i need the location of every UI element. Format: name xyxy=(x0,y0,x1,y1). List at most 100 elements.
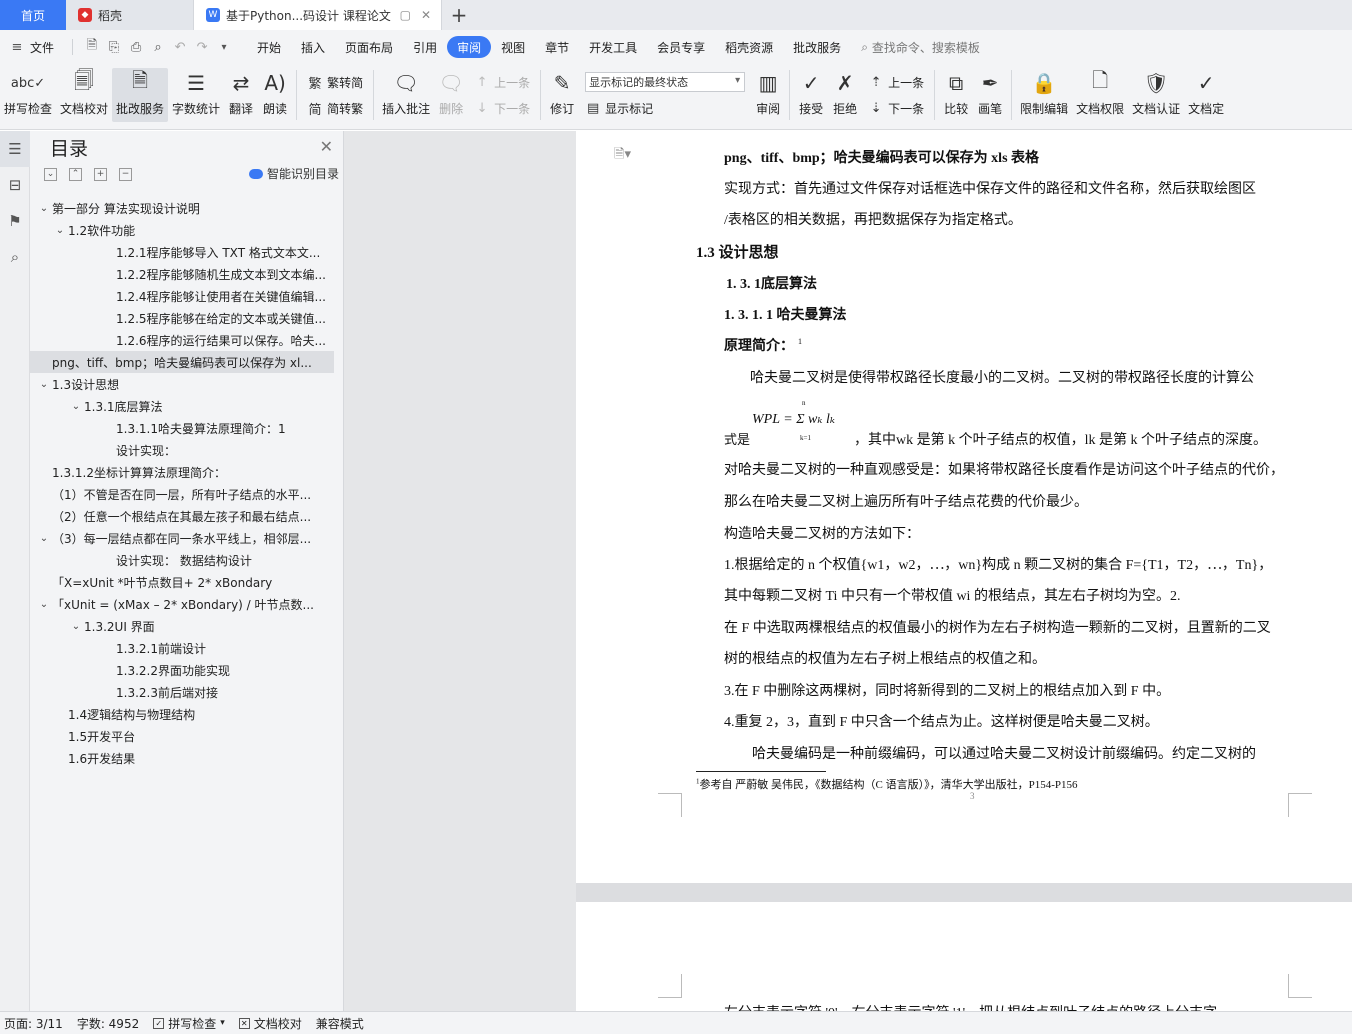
find-icon[interactable]: ⌕ xyxy=(0,239,30,275)
doc-proofread-button[interactable]: 🗐 文档校对 xyxy=(56,68,112,122)
tab-home[interactable]: 首页 xyxy=(0,0,66,30)
menu-page-layout[interactable]: 页面布局 xyxy=(335,36,403,58)
chevron-down-icon[interactable]: ⌄ xyxy=(52,225,68,236)
toc-entry[interactable]: 1.3.2.3前后端对接 xyxy=(30,681,334,703)
document-page-next[interactable]: 左分支表示字符 '0'，右分支表示字符 '1'，把从根结点到叶子结点的路径上分支… xyxy=(576,902,1352,1022)
doc-final-button[interactable]: ✓ 文档定 xyxy=(1184,68,1228,122)
smart-recognize-button[interactable]: 智能识别目录 xyxy=(248,165,339,182)
chevron-down-icon[interactable]: ⌄ xyxy=(36,599,52,610)
remove-heading-icon[interactable]: − xyxy=(119,167,132,181)
toc-pane-icon[interactable]: ☰ xyxy=(0,131,30,167)
spell-check-button[interactable]: abc✓ 拼写检查 xyxy=(0,68,56,122)
undo-icon[interactable]: ↶ xyxy=(171,38,189,56)
menu-reference[interactable]: 引用 xyxy=(403,36,447,58)
accept-button[interactable]: ✓ 接受 xyxy=(794,68,828,122)
toc-entry[interactable]: ⌄ 「xUnit = (xMax – 2* xBondary) / 叶节点数... xyxy=(30,593,334,615)
save-icon[interactable]: 🗎 xyxy=(83,38,101,56)
new-tab-button[interactable]: + xyxy=(442,0,476,30)
toc-entry[interactable]: 1.5开发平台 xyxy=(30,725,334,747)
toc-entry[interactable]: 「X=xUnit *叶节点数目+ 2* xBondary xyxy=(30,571,334,593)
next-comment-button[interactable]: ↓ 下一条 xyxy=(474,98,530,118)
redo-icon[interactable]: ↷ xyxy=(193,38,211,56)
revise-button[interactable]: ✎ 修订 xyxy=(545,68,579,122)
close-toc-icon[interactable]: ✕ xyxy=(320,137,333,156)
toc-entry[interactable]: ⌄ 1.3.2UI 界面 xyxy=(30,615,334,637)
prev-comment-button[interactable]: ↑ 上一条 xyxy=(474,72,530,92)
chapter-nav-icon[interactable]: ⊟ xyxy=(0,167,30,203)
toc-entry[interactable]: 1.2.5程序能够在给定的文本或关键值... xyxy=(30,307,334,329)
close-tab-icon[interactable]: ✕ xyxy=(421,8,431,22)
menu-developer[interactable]: 开发工具 xyxy=(579,36,647,58)
translate-button[interactable]: ⇄ 翻译 xyxy=(224,68,258,122)
toc-entry[interactable]: ⌄ 第一部分 算法实现设计说明 xyxy=(30,197,334,219)
toc-entry[interactable]: 1.2.2程序能够随机生成文本到文本编... xyxy=(30,263,334,285)
toc-entry[interactable]: 1.2.1程序能够导入 TXT 格式文本文... xyxy=(30,241,334,263)
spell-check-toggle[interactable]: ✓ 拼写检查 ▾ xyxy=(153,1015,225,1032)
page-indicator[interactable]: 页面: 3/11 xyxy=(4,1015,63,1032)
print-preview-icon[interactable]: ⌕ xyxy=(149,38,167,56)
next-change-button[interactable]: ⇣ 下一条 xyxy=(868,98,924,118)
toc-entry[interactable]: （2）任意一个根结点在其最左孩子和最右结点... xyxy=(30,505,334,527)
chevron-down-icon[interactable]: ⌄ xyxy=(36,203,52,214)
document-page[interactable]: 🗎▾ png、tiff、bmp；哈夫曼编码表可以保存为 xls 表格 实现方式：… xyxy=(576,131,1352,883)
toc-entry[interactable]: 1.3.2.2界面功能实现 xyxy=(30,659,334,681)
correction-service-button[interactable]: 🗎 批改服务 xyxy=(112,68,169,122)
tab-wps[interactable]: ◆ 稻壳 xyxy=(66,0,194,30)
menu-review[interactable]: 审阅 xyxy=(447,36,492,58)
collapse-all-icon[interactable]: ⌄ xyxy=(44,167,57,181)
proofread-status[interactable]: ✕ 文档校对 xyxy=(238,1015,302,1032)
print-icon[interactable]: ⎙ xyxy=(127,38,145,56)
document-canvas[interactable]: 🗎▾ png、tiff、bmp；哈夫曼编码表可以保存为 xls 表格 实现方式：… xyxy=(344,131,1352,1022)
toc-entry[interactable]: 1.2.4程序能够让使用者在关键值编辑... xyxy=(30,285,334,307)
read-aloud-button[interactable]: A) 朗读 xyxy=(258,68,292,122)
menu-chapter[interactable]: 章节 xyxy=(535,36,579,58)
customize-toolbar-icon[interactable]: ▾ xyxy=(215,38,233,56)
menu-correction-service[interactable]: 批改服务 xyxy=(783,36,851,58)
hamburger-menu-icon[interactable]: ≡ xyxy=(8,38,26,56)
word-count-button[interactable]: ☰ 字数统计 xyxy=(168,68,224,122)
toc-entry[interactable]: ⌄ 1.3.1底层算法 xyxy=(30,395,334,417)
review-pane-button[interactable]: ▥ 审阅 xyxy=(751,68,785,122)
chevron-down-icon[interactable]: ⌄ xyxy=(36,533,52,544)
toc-entry[interactable]: ⌄ 1.3设计思想 xyxy=(30,373,334,395)
chevron-down-icon[interactable]: ⌄ xyxy=(68,621,84,632)
reject-button[interactable]: ✗ 拒绝 xyxy=(828,68,862,122)
expand-up-icon[interactable]: ⌃ xyxy=(69,167,82,181)
pin-window-icon[interactable]: ▢ xyxy=(400,8,411,22)
word-count-indicator[interactable]: 字数: 4952 xyxy=(77,1015,139,1032)
toc-entry[interactable]: 1.6开发结果 xyxy=(30,747,334,769)
menu-file[interactable]: 文件 xyxy=(28,36,64,58)
export-pdf-icon[interactable]: ⎘ xyxy=(105,38,123,56)
menu-start[interactable]: 开始 xyxy=(247,36,291,58)
restrict-edit-button[interactable]: 🔒 限制编辑 xyxy=(1016,68,1072,122)
menu-view[interactable]: 视图 xyxy=(491,36,535,58)
add-heading-icon[interactable]: + xyxy=(94,167,107,181)
show-markup-button[interactable]: ▤ 显示标记 xyxy=(585,98,745,118)
chevron-down-icon[interactable]: ⌄ xyxy=(36,379,52,390)
doc-permission-button[interactable]: 🗋 文档权限 xyxy=(1072,68,1128,122)
insert-comment-button[interactable]: 🗨 插入批注 xyxy=(378,68,434,122)
doc-auth-button[interactable]: 🛡 文档认证 xyxy=(1128,68,1184,122)
toc-entry[interactable]: 1.3.1.1哈夫曼算法原理简介：1 xyxy=(30,417,334,439)
bookmark-icon[interactable]: ⚑ xyxy=(0,203,30,239)
tab-document[interactable]: W 基于Python...码设计 课程论文 ▢ ✕ xyxy=(194,0,442,30)
delete-comment-button[interactable]: 🗨 删除 xyxy=(434,68,468,122)
toc-entry[interactable]: ⌄ （3）每一层结点都在同一条水平线上，相邻层... xyxy=(30,527,334,549)
toc-entry[interactable]: 1.3.1.2坐标计算算法原理简介： xyxy=(30,461,334,483)
toc-entry[interactable]: （1）不管是否在同一层，所有叶子结点的水平... xyxy=(30,483,334,505)
menu-insert[interactable]: 插入 xyxy=(291,36,335,58)
toc-entry[interactable]: png、tiff、bmp；哈夫曼编码表可以保存为 xl... xyxy=(30,351,334,373)
compare-button[interactable]: ⧉ 比较 xyxy=(939,68,973,122)
footnote-ref[interactable]: 1 xyxy=(798,337,802,346)
simp-to-trad-button[interactable]: 简 简转繁 xyxy=(307,98,364,118)
command-search[interactable]: ⌕ 查找命令、搜索模板 xyxy=(861,39,980,56)
toc-entry[interactable]: 1.2.6程序的运行结果可以保存。哈夫... xyxy=(30,329,334,351)
chevron-down-icon[interactable]: ⌄ xyxy=(68,401,84,412)
toc-entry[interactable]: 设计实现： 数据结构设计 xyxy=(30,549,334,571)
toc-entry[interactable]: 1.4逻辑结构与物理结构 xyxy=(30,703,334,725)
toc-entry[interactable]: ⌄ 1.2软件功能 xyxy=(30,219,334,241)
prev-change-button[interactable]: ⇡ 上一条 xyxy=(868,72,924,92)
toc-entry[interactable]: 1.3.2.1前端设计 xyxy=(30,637,334,659)
pen-button[interactable]: ✒ 画笔 xyxy=(973,68,1007,122)
menu-docer-resources[interactable]: 稻壳资源 xyxy=(715,36,783,58)
